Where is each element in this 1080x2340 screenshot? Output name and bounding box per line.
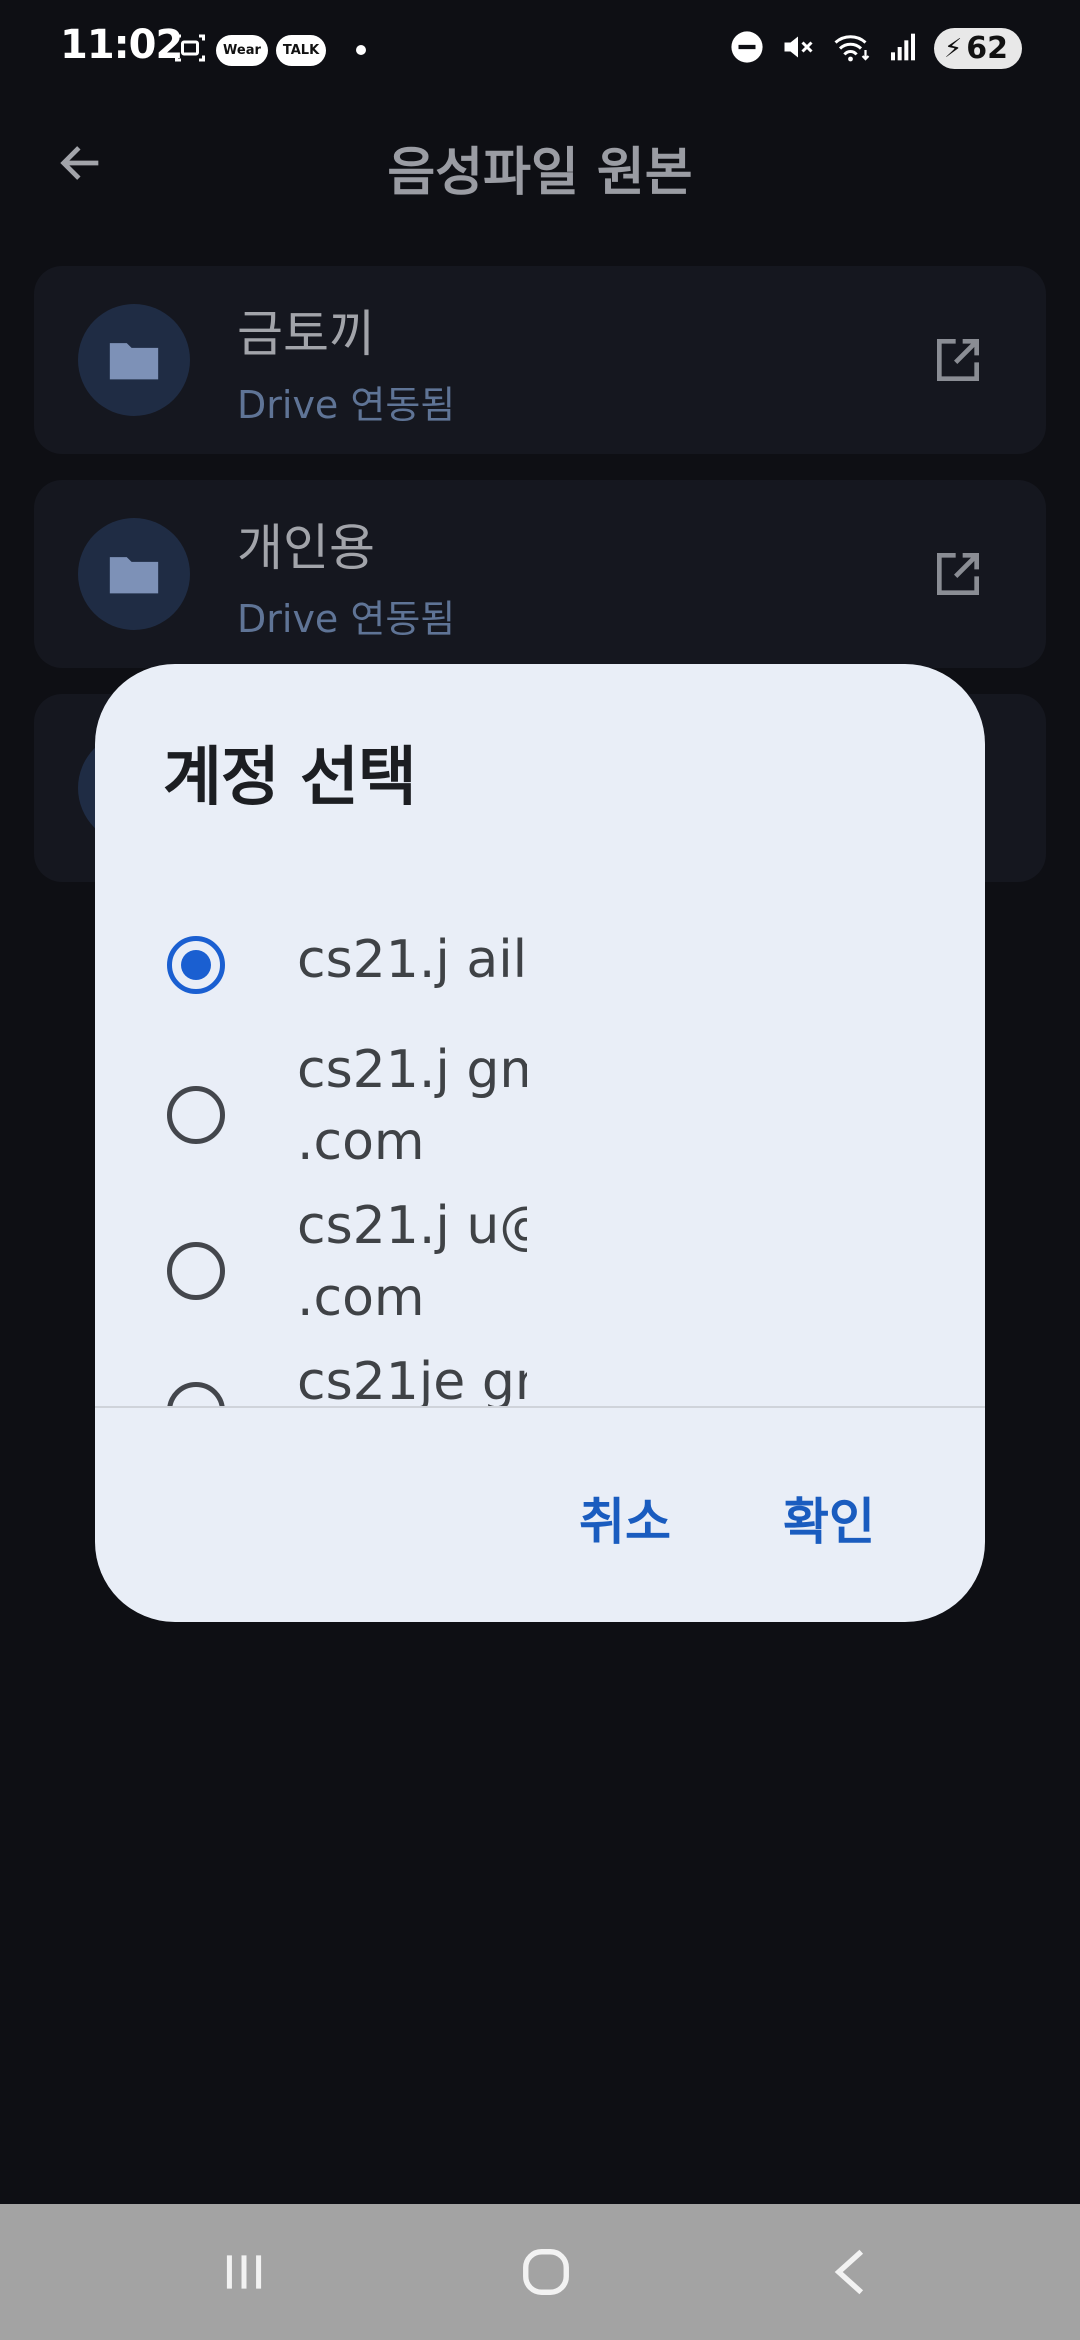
navigation-bar bbox=[0, 2204, 1080, 2340]
recent-apps-icon bbox=[226, 2255, 262, 2289]
screenshot-icon bbox=[172, 30, 208, 70]
account-email-line2: .com bbox=[297, 1268, 425, 1328]
confirm-button[interactable]: 확인 bbox=[783, 1482, 875, 1554]
account-email-line2: .com bbox=[297, 1112, 425, 1172]
dialog-actions: 취소 확인 bbox=[579, 1482, 875, 1554]
account-option-2[interactable]: cs21.j gmail .com bbox=[95, 1034, 985, 1190]
open-in-new-icon bbox=[937, 339, 979, 381]
folder-card-1[interactable]: 금토끼 Drive 연동됨 bbox=[34, 266, 1046, 454]
email-redaction bbox=[527, 1346, 775, 1406]
open-in-new-icon bbox=[937, 553, 979, 595]
wear-app-icon: Wear bbox=[216, 34, 268, 66]
folder-name: 개인용 bbox=[237, 519, 375, 577]
open-external-button[interactable] bbox=[930, 332, 986, 388]
kakaotalk-icon: TALK bbox=[275, 34, 327, 66]
notification-icons: Wear TALK bbox=[172, 30, 367, 70]
chevron-back-icon bbox=[834, 2249, 864, 2295]
status-time: 11:02 bbox=[60, 22, 183, 68]
do-not-disturb-icon bbox=[730, 30, 764, 68]
screen: 11:02 Wear TALK ⚡ 62 음성파일 원본 금토끼 Drive 연… bbox=[0, 0, 1080, 2340]
status-bar: 11:02 Wear TALK ⚡ 62 bbox=[0, 0, 1080, 100]
recent-apps-button[interactable] bbox=[204, 2242, 284, 2302]
folder-status: Drive 연동됨 bbox=[237, 383, 456, 427]
wifi-icon bbox=[832, 29, 872, 69]
folder-avatar bbox=[78, 304, 190, 416]
folder-status: Drive 연동됨 bbox=[237, 597, 456, 641]
home-button[interactable] bbox=[506, 2242, 586, 2302]
account-select-dialog: 계정 선택 cs21.j ail.com cs21.j gmail .com c… bbox=[95, 664, 985, 1622]
system-icons: ⚡ 62 bbox=[730, 28, 1022, 69]
account-option-4[interactable]: cs21je gmail bbox=[95, 1346, 985, 1406]
radio-selected-icon[interactable] bbox=[167, 936, 225, 994]
battery-level: 62 bbox=[966, 31, 1008, 66]
account-list[interactable]: cs21.j ail.com cs21.j gmail .com cs21.j … bbox=[95, 894, 985, 1406]
radio-unselected-icon[interactable] bbox=[167, 1382, 225, 1406]
charging-bolt-icon: ⚡ bbox=[943, 33, 963, 64]
dialog-title: 계정 선택 bbox=[163, 741, 417, 815]
signal-icon bbox=[888, 31, 918, 67]
folder-icon bbox=[109, 343, 159, 380]
account-option-3[interactable]: cs21.j u@gmail .com bbox=[95, 1190, 985, 1346]
page-title: 음성파일 원본 bbox=[387, 143, 693, 203]
mute-icon bbox=[780, 29, 816, 69]
open-external-button[interactable] bbox=[930, 546, 986, 602]
dialog-divider bbox=[95, 1406, 985, 1408]
app-header: 음성파일 원본 bbox=[0, 100, 1080, 230]
radio-unselected-icon[interactable] bbox=[167, 1242, 225, 1300]
folder-card-2[interactable]: 개인용 Drive 연동됨 bbox=[34, 480, 1046, 668]
folder-icon bbox=[109, 557, 159, 594]
battery-indicator: ⚡ 62 bbox=[933, 28, 1022, 69]
back-nav-button[interactable] bbox=[810, 2242, 890, 2302]
email-redaction bbox=[527, 1190, 775, 1262]
home-icon bbox=[523, 2249, 569, 2295]
email-redaction bbox=[527, 924, 775, 996]
folder-name: 금토끼 bbox=[237, 305, 375, 363]
cancel-button[interactable]: 취소 bbox=[579, 1482, 671, 1554]
radio-unselected-icon[interactable] bbox=[167, 1086, 225, 1144]
folder-avatar bbox=[78, 518, 190, 630]
email-redaction bbox=[527, 1034, 775, 1106]
more-notifications-dot-icon bbox=[356, 45, 367, 55]
account-option-1[interactable]: cs21.j ail.com bbox=[95, 894, 985, 1034]
